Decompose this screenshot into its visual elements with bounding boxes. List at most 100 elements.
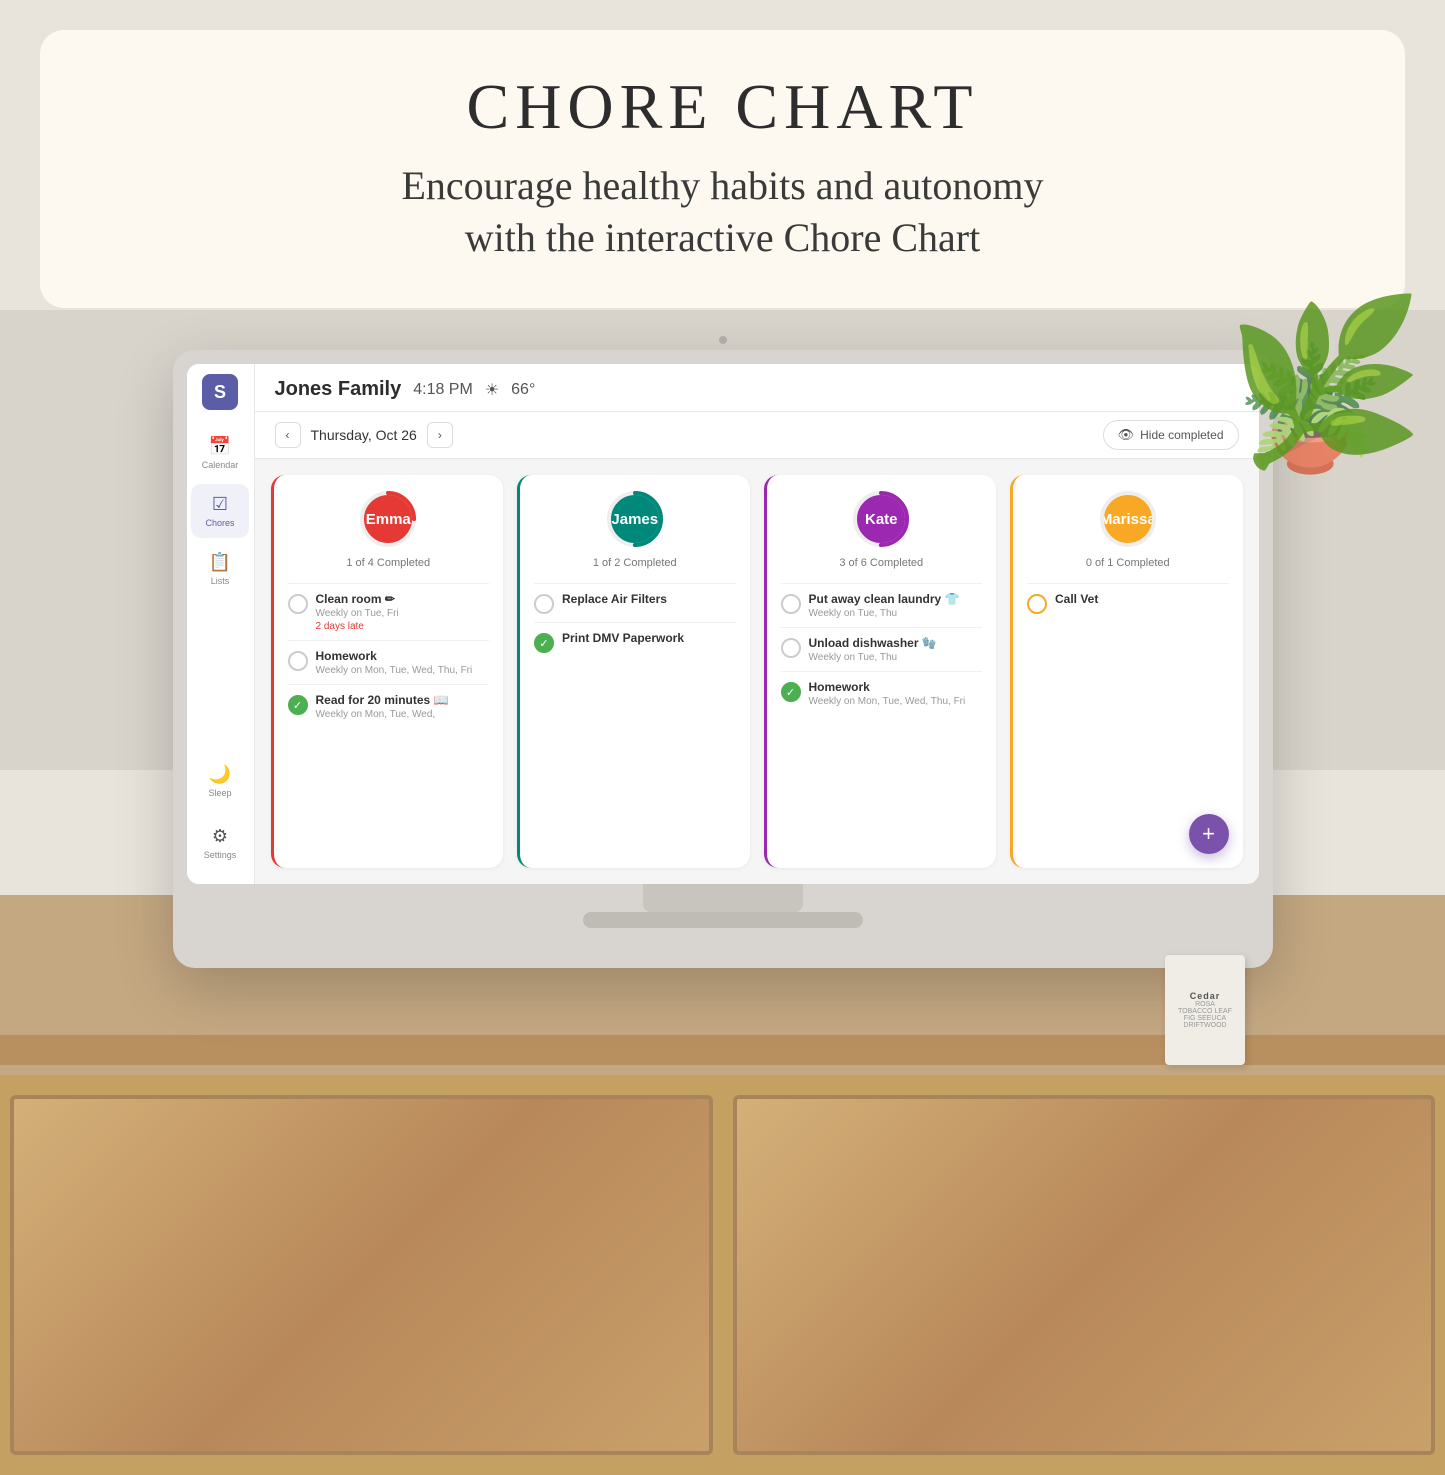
header-left: Jones Family 4:18 PM ☀ 66° bbox=[275, 378, 536, 401]
sidebar-label-chores: Chores bbox=[205, 518, 234, 528]
chore-checkbox[interactable] bbox=[534, 594, 554, 614]
sidebar-label-sleep: Sleep bbox=[208, 788, 231, 798]
add-chore-button[interactable]: + bbox=[1189, 814, 1229, 854]
james-avatar-ring: James bbox=[605, 489, 665, 549]
sidebar-item-chores[interactable]: ☑ Chores bbox=[191, 484, 249, 538]
date-label: Thursday, Oct 26 bbox=[311, 427, 417, 443]
weather-icon: ☀ bbox=[485, 380, 499, 400]
chore-name: Clean room ✏ bbox=[316, 592, 490, 606]
candle-text-3: FIG SEEUCA bbox=[1184, 1015, 1226, 1022]
monitor-frame: S 📅 Calendar ☑ Chores 📋 Lists bbox=[173, 350, 1273, 968]
banner-subtitle: Encourage healthy habits and autonomy wi… bbox=[100, 160, 1345, 264]
chore-schedule: Weekly on Tue, Fri bbox=[316, 608, 490, 619]
kate-card: Kate 3 of 6 Completed Put away clean lau… bbox=[764, 475, 997, 868]
chore-checkbox-done[interactable]: ✓ bbox=[781, 682, 801, 702]
chore-name: Unload dishwasher 🧤 bbox=[809, 636, 983, 650]
chore-checkbox-done[interactable]: ✓ bbox=[288, 695, 308, 715]
chore-checkbox[interactable] bbox=[1027, 594, 1047, 614]
marissa-card: Marissa 0 of 1 Completed Call Vet bbox=[1010, 475, 1243, 868]
chore-info: Unload dishwasher 🧤 Weekly on Tue, Thu bbox=[809, 636, 983, 663]
chore-checkbox-done[interactable]: ✓ bbox=[534, 633, 554, 653]
kate-completed-label: 3 of 6 Completed bbox=[839, 557, 923, 569]
settings-icon: ⚙ bbox=[212, 826, 228, 847]
next-date-button[interactable]: › bbox=[427, 422, 453, 448]
marissa-card-header: Marissa 0 of 1 Completed bbox=[1027, 489, 1229, 569]
chore-info: Clean room ✏ Weekly on Tue, Fri 2 days l… bbox=[316, 592, 490, 632]
chore-info: Homework Weekly on Mon, Tue, Wed, Thu, F… bbox=[809, 680, 983, 707]
chore-item: ✓ Homework Weekly on Mon, Tue, Wed, Thu,… bbox=[781, 671, 983, 715]
chore-info: Read for 20 minutes 📖 Weekly on Mon, Tue… bbox=[316, 693, 490, 720]
james-card-header: James 1 of 2 Completed bbox=[534, 489, 736, 569]
kate-avatar-ring: Kate bbox=[851, 489, 911, 549]
nav-bar: ‹ Thursday, Oct 26 › 👁 Hide completed bbox=[255, 412, 1259, 459]
chore-schedule: Weekly on Mon, Tue, Wed, bbox=[316, 709, 490, 720]
monitor-base bbox=[583, 912, 863, 928]
emma-completed-label: 1 of 4 Completed bbox=[346, 557, 430, 569]
chores-area: Emma 1 of 4 Completed Clean room ✏ Weekl… bbox=[255, 459, 1259, 884]
chore-item: ✓ Read for 20 minutes 📖 Weekly on Mon, T… bbox=[288, 684, 490, 728]
sidebar-item-sleep[interactable]: 🌙 Sleep bbox=[191, 754, 249, 808]
emma-card: Emma 1 of 4 Completed Clean room ✏ Weekl… bbox=[271, 475, 504, 868]
chore-schedule: Weekly on Tue, Thu bbox=[809, 608, 983, 619]
chore-schedule: Weekly on Mon, Tue, Wed, Thu, Fri bbox=[809, 696, 983, 707]
james-completed-label: 1 of 2 Completed bbox=[593, 557, 677, 569]
emma-avatar-ring: Emma bbox=[358, 489, 418, 549]
dresser bbox=[0, 1075, 1445, 1475]
emma-card-header: Emma 1 of 4 Completed bbox=[288, 489, 490, 569]
chore-name: Replace Air Filters bbox=[562, 592, 736, 606]
sidebar-item-lists[interactable]: 📋 Lists bbox=[191, 542, 249, 596]
monitor-stand bbox=[643, 884, 803, 912]
emma-progress-ring bbox=[358, 489, 418, 549]
marissa-avatar-ring: Marissa bbox=[1098, 489, 1158, 549]
chore-item: Unload dishwasher 🧤 Weekly on Tue, Thu bbox=[781, 627, 983, 671]
banner-title: CHORE CHART bbox=[100, 70, 1345, 144]
hide-completed-label: Hide completed bbox=[1140, 428, 1223, 442]
prev-date-button[interactable]: ‹ bbox=[275, 422, 301, 448]
lists-icon: 📋 bbox=[209, 552, 231, 573]
sidebar-brand: S bbox=[202, 374, 238, 410]
chore-item: Replace Air Filters bbox=[534, 583, 736, 622]
chore-name: Call Vet bbox=[1055, 592, 1229, 606]
monitor-bezel: S 📅 Calendar ☑ Chores 📋 Lists bbox=[187, 364, 1259, 884]
chore-checkbox[interactable] bbox=[288, 651, 308, 671]
calendar-icon: 📅 bbox=[209, 436, 231, 457]
chore-info: Print DMV Paperwork bbox=[562, 631, 736, 645]
candle-text-1: ROSA bbox=[1195, 1001, 1215, 1008]
sidebar-item-settings[interactable]: ⚙ Settings bbox=[191, 816, 249, 870]
chore-checkbox[interactable] bbox=[288, 594, 308, 614]
sidebar-label-calendar: Calendar bbox=[202, 460, 239, 470]
sidebar: S 📅 Calendar ☑ Chores 📋 Lists bbox=[187, 364, 255, 884]
monitor-scene: S 📅 Calendar ☑ Chores 📋 Lists bbox=[173, 350, 1273, 968]
candle-text-2: TOBACCO LEAF bbox=[1178, 1008, 1232, 1015]
chore-schedule: Weekly on Mon, Tue, Wed, Thu, Fri bbox=[316, 665, 490, 676]
chore-name: Print DMV Paperwork bbox=[562, 631, 736, 645]
sidebar-label-settings: Settings bbox=[204, 850, 237, 860]
chores-icon: ☑ bbox=[212, 494, 228, 515]
james-progress-ring bbox=[605, 489, 665, 549]
candle-decoration: Cedar ROSA TOBACCO LEAF FIG SEEUCA DRIFT… bbox=[1165, 955, 1245, 1065]
banner-subtitle-line2: with the interactive Chore Chart bbox=[465, 215, 980, 260]
chore-checkbox[interactable] bbox=[781, 638, 801, 658]
chore-name: Homework bbox=[809, 680, 983, 694]
chore-checkbox[interactable] bbox=[781, 594, 801, 614]
chore-item: Clean room ✏ Weekly on Tue, Fri 2 days l… bbox=[288, 583, 490, 640]
marissa-completed-label: 0 of 1 Completed bbox=[1086, 557, 1170, 569]
dresser-panel-left bbox=[10, 1095, 713, 1455]
james-card: James 1 of 2 Completed Replace Air Filte… bbox=[517, 475, 750, 868]
chore-name: Read for 20 minutes 📖 bbox=[316, 693, 490, 707]
candle-brand: Cedar bbox=[1190, 991, 1221, 1001]
chore-info: Replace Air Filters bbox=[562, 592, 736, 606]
marissa-progress-ring bbox=[1098, 489, 1158, 549]
hide-completed-button[interactable]: 👁 Hide completed bbox=[1103, 420, 1239, 450]
chore-name: Put away clean laundry 👕 bbox=[809, 592, 983, 606]
sidebar-item-calendar[interactable]: 📅 Calendar bbox=[191, 426, 249, 480]
chore-info: Homework Weekly on Mon, Tue, Wed, Thu, F… bbox=[316, 649, 490, 676]
kate-card-header: Kate 3 of 6 Completed bbox=[781, 489, 983, 569]
chore-info: Call Vet bbox=[1055, 592, 1229, 606]
family-name: Jones Family bbox=[275, 378, 402, 401]
camera-dot bbox=[719, 336, 727, 344]
plant-decoration: 🌿 bbox=[1226, 290, 1425, 477]
sleep-icon: 🌙 bbox=[209, 764, 231, 785]
chore-item: Homework Weekly on Mon, Tue, Wed, Thu, F… bbox=[288, 640, 490, 684]
chore-schedule: Weekly on Tue, Thu bbox=[809, 652, 983, 663]
